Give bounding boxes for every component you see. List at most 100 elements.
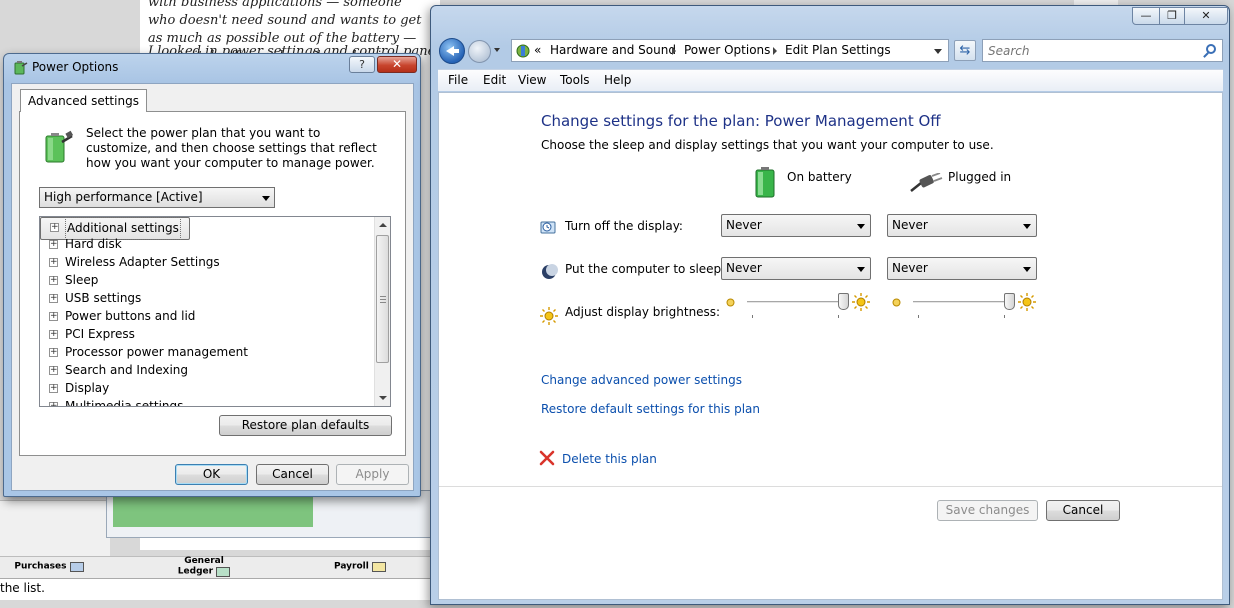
tree-item-multimedia[interactable]: + Multimedia settings <box>40 397 370 406</box>
expand-icon[interactable]: + <box>49 384 58 393</box>
background-window-left <box>0 500 110 556</box>
search-icon[interactable] <box>1206 44 1216 54</box>
battery-plug-icon <box>45 130 74 163</box>
tab-panel: Select the power plan that you want to c… <box>19 111 406 456</box>
sleep-label: Put the computer to sleep: <box>565 262 726 276</box>
scroll-up-icon[interactable] <box>379 223 387 227</box>
minimize-icon: — <box>1140 9 1152 22</box>
expand-icon[interactable]: + <box>49 240 58 249</box>
tree-scrollbar[interactable] <box>374 217 390 406</box>
status-text: the list. <box>0 581 45 595</box>
change-advanced-settings-link[interactable]: Change advanced power settings <box>541 373 742 387</box>
ledger-icon <box>216 567 231 577</box>
breadcrumb-edit-plan-settings[interactable]: Edit Plan Settings <box>785 40 891 61</box>
sleep-battery-select[interactable]: Never <box>721 257 871 280</box>
tree-item-hard-disk[interactable]: + Hard disk <box>40 235 370 253</box>
delete-plan-link[interactable]: Delete this plan <box>562 452 657 466</box>
sleep-moon-icon <box>542 264 558 279</box>
apply-button[interactable]: Apply <box>336 464 409 485</box>
search-input[interactable] <box>983 40 1183 61</box>
menu-help[interactable]: Help <box>604 70 631 91</box>
address-bar[interactable]: « Hardware and Sound Power Options Edit … <box>511 39 949 62</box>
tree-item-processor-power[interactable]: + Processor power management <box>40 343 370 361</box>
refresh-button[interactable]: ⇆ <box>954 40 976 61</box>
delete-x-icon <box>539 450 555 466</box>
brightness-plugged-slider[interactable] <box>887 291 1037 318</box>
slider-tick <box>918 315 919 318</box>
expand-icon[interactable]: + <box>49 258 58 267</box>
expand-icon[interactable]: + <box>49 294 58 303</box>
minimize-button[interactable]: — <box>1132 7 1160 25</box>
sleep-plugged-select[interactable]: Never <box>887 257 1037 280</box>
slider-thumb[interactable] <box>838 293 849 310</box>
tree-item-search-indexing[interactable]: + Search and Indexing <box>40 361 370 379</box>
power-plan-select[interactable]: High performance [Active] <box>39 187 275 208</box>
display-battery-select[interactable]: Never <box>721 214 871 237</box>
close-button[interactable]: ✕ <box>377 56 417 73</box>
power-options-icon <box>14 61 28 75</box>
refresh-icon: ⇆ <box>959 43 971 58</box>
tree-item-sleep[interactable]: + Sleep <box>40 271 370 289</box>
brightness-sun-icon <box>540 307 558 325</box>
breadcrumb-hardware-and-sound[interactable]: Hardware and Sound <box>550 40 676 61</box>
forward-button[interactable] <box>468 40 491 63</box>
scrollbar-thumb[interactable] <box>376 235 389 363</box>
save-changes-button[interactable]: Save changes <box>937 500 1038 521</box>
menu-tools[interactable]: Tools <box>560 70 590 91</box>
chevron-right-icon[interactable] <box>773 47 777 55</box>
payroll-icon <box>371 562 386 572</box>
expand-icon[interactable]: + <box>49 402 58 406</box>
restore-plan-defaults-button[interactable]: Restore plan defaults <box>219 415 392 436</box>
plug-icon <box>910 173 943 192</box>
slider-track[interactable] <box>913 301 1009 304</box>
slider-tick <box>838 315 839 318</box>
settings-tree[interactable]: + Additional settings + Hard disk + Wireles… <box>39 216 391 407</box>
page-title: Change settings for the plan: Power Mana… <box>541 112 941 130</box>
expand-icon[interactable]: + <box>50 223 59 232</box>
breadcrumb-power-options[interactable]: Power Options <box>684 40 770 61</box>
tab-advanced-settings[interactable]: Advanced settings <box>20 89 147 112</box>
slider-thumb[interactable] <box>1004 293 1015 310</box>
menu-edit[interactable]: Edit <box>483 70 506 91</box>
background-status-bar: the list. <box>0 578 440 600</box>
help-button[interactable]: ? <box>349 56 375 73</box>
scroll-down-icon[interactable] <box>379 396 387 400</box>
divider <box>439 486 1222 487</box>
chevron-down-icon <box>857 267 865 272</box>
maximize-button[interactable]: ❐ <box>1159 7 1185 25</box>
chevron-down-icon <box>262 196 270 201</box>
close-button[interactable]: ✕ <box>1184 7 1228 25</box>
search-box[interactable] <box>982 39 1223 62</box>
chevron-right-icon[interactable] <box>672 47 676 55</box>
brightness-battery-slider[interactable] <box>721 291 871 318</box>
expand-icon[interactable]: + <box>49 330 58 339</box>
ok-button[interactable]: OK <box>175 464 248 485</box>
restore-defaults-link[interactable]: Restore default settings for this plan <box>541 402 760 416</box>
background-progress-bar <box>113 497 313 527</box>
display-plugged-select[interactable]: Never <box>887 214 1037 237</box>
tree-item-power-buttons[interactable]: + Power buttons and lid <box>40 307 370 325</box>
power-plan-value: High performance [Active] <box>44 190 203 204</box>
expand-icon[interactable]: + <box>49 366 58 375</box>
breadcrumb-overflow[interactable]: « <box>534 40 541 61</box>
cancel-button[interactable]: Cancel <box>256 464 329 485</box>
toolbar-item-general-ledger[interactable]: General Ledger <box>172 557 236 577</box>
column-plugged-in: Plugged in <box>948 170 1012 184</box>
tree-item-display[interactable]: + Display <box>40 379 370 397</box>
expand-icon[interactable]: + <box>49 312 58 321</box>
tree-item-pci-express[interactable]: + PCI Express <box>40 325 370 343</box>
back-button[interactable] <box>439 38 465 64</box>
restore-icon: ❐ <box>1167 9 1177 22</box>
cancel-button[interactable]: Cancel <box>1046 500 1120 521</box>
menu-view[interactable]: View <box>518 70 546 91</box>
expand-icon[interactable]: + <box>49 276 58 285</box>
column-on-battery: On battery <box>787 170 852 184</box>
expand-icon[interactable]: + <box>49 348 58 357</box>
menu-file[interactable]: File <box>448 70 468 91</box>
slider-tick <box>1004 315 1005 318</box>
tree-item-usb-settings[interactable]: + USB settings <box>40 289 370 307</box>
tree-item-wireless-adapter[interactable]: + Wireless Adapter Settings <box>40 253 370 271</box>
history-dropdown-icon[interactable] <box>494 48 500 52</box>
chevron-down-icon[interactable] <box>934 49 942 54</box>
slider-track[interactable] <box>747 301 843 304</box>
